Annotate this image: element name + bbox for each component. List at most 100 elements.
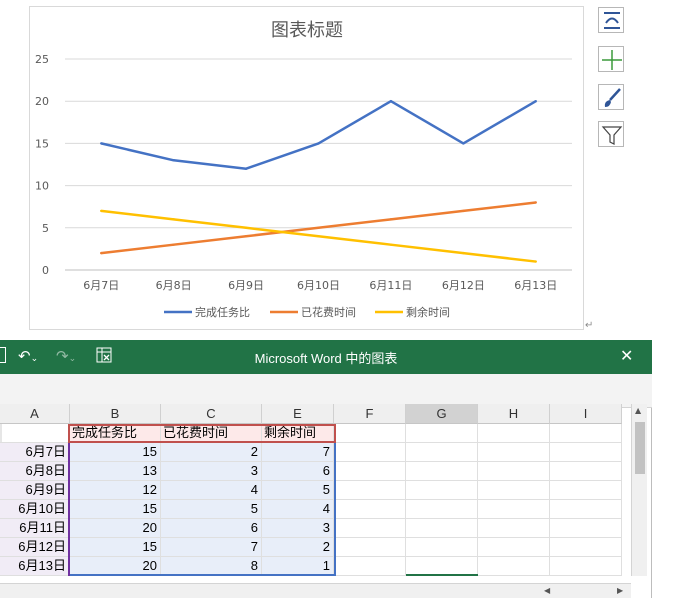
value-cell[interactable]: 2 — [161, 443, 262, 462]
x-tick-label: 6月12日 — [442, 279, 485, 292]
data-point — [172, 243, 175, 246]
category-cell[interactable]: 6月7日 — [0, 443, 70, 462]
value-cell[interactable]: 3 — [161, 462, 262, 481]
value-cell[interactable]: 15 — [70, 538, 161, 557]
x-tick-label: 6月10日 — [297, 279, 340, 292]
empty-cell[interactable] — [334, 443, 406, 462]
scroll-thumb[interactable] — [635, 422, 645, 474]
value-cell[interactable]: 4 — [262, 500, 334, 519]
value-cell[interactable]: 5 — [262, 481, 334, 500]
empty-cell[interactable] — [334, 519, 406, 538]
column-header-f[interactable]: F — [334, 404, 406, 424]
column-header-b[interactable]: B — [70, 404, 161, 424]
empty-cell[interactable] — [406, 519, 478, 538]
empty-cell[interactable] — [406, 462, 478, 481]
empty-cell[interactable] — [334, 481, 406, 500]
data-point — [462, 251, 465, 255]
chart-styles-icon — [604, 88, 621, 107]
excel-titlebar: ↶⌄ ↷⌄ Microsoft Word 中的图表 ✕ — [0, 340, 652, 374]
empty-cell[interactable] — [550, 538, 622, 557]
empty-cell[interactable] — [334, 462, 406, 481]
empty-cell[interactable] — [478, 481, 550, 500]
cell-a1[interactable] — [0, 424, 70, 443]
empty-cell[interactable] — [478, 519, 550, 538]
value-cell[interactable]: 6 — [262, 462, 334, 481]
chart-area[interactable]: 图表标题 0 5 10 15 20 25 6月7日 6月8日 6月9日 6月10日 6月11日 6月12… — [29, 6, 584, 330]
series-header-cell[interactable]: 已花费时间 — [161, 424, 262, 443]
value-cell[interactable]: 2 — [262, 538, 334, 557]
close-icon[interactable]: ✕ — [620, 347, 633, 365]
vertical-scrollbar[interactable]: ▲ — [631, 404, 647, 576]
empty-cell[interactable] — [550, 424, 622, 443]
column-header-g[interactable]: G — [406, 404, 478, 424]
value-cell[interactable]: 3 — [262, 519, 334, 538]
data-point — [244, 226, 248, 229]
empty-cell[interactable] — [406, 538, 478, 557]
column-header-i[interactable]: I — [550, 404, 622, 424]
empty-cell[interactable] — [550, 481, 622, 500]
empty-cell[interactable] — [478, 443, 550, 462]
chart-title: 图表标题 — [271, 20, 343, 41]
scroll-right-icon[interactable]: ▶ — [617, 584, 623, 598]
series-header-cell[interactable]: 完成任务比 — [70, 424, 161, 443]
empty-cell[interactable] — [334, 557, 406, 576]
column-header-e[interactable]: E — [262, 404, 334, 424]
horizontal-scrollbar[interactable]: ◀ ▶ — [0, 583, 631, 598]
series-header-cell[interactable]: 剩余时间 — [262, 424, 334, 443]
value-cell[interactable]: 8 — [161, 557, 262, 576]
data-point — [244, 167, 248, 170]
category-cell[interactable]: 6月11日 — [0, 519, 70, 538]
empty-cell[interactable] — [334, 500, 406, 519]
chart-filters-button[interactable] — [598, 121, 624, 147]
x-tick-label: 6月13日 — [514, 279, 557, 292]
data-point — [100, 142, 103, 145]
empty-cell[interactable] — [406, 424, 478, 443]
chart-filters-icon — [601, 126, 623, 145]
empty-cell[interactable] — [406, 500, 478, 519]
empty-cell[interactable] — [334, 424, 406, 443]
value-cell[interactable]: 6 — [161, 519, 262, 538]
data-point — [534, 260, 537, 263]
empty-cell[interactable] — [550, 557, 622, 576]
data-point — [317, 235, 320, 238]
category-cell[interactable]: 6月9日 — [0, 481, 70, 500]
value-cell[interactable]: 15 — [70, 500, 161, 519]
empty-cell[interactable] — [406, 481, 478, 500]
empty-cell[interactable] — [478, 424, 550, 443]
empty-cell[interactable] — [478, 462, 550, 481]
scroll-left-icon[interactable]: ◀ — [544, 584, 556, 598]
value-cell[interactable]: 20 — [70, 519, 161, 538]
value-cell[interactable]: 4 — [161, 481, 262, 500]
empty-cell[interactable] — [550, 500, 622, 519]
column-header-a[interactable]: A — [0, 404, 70, 424]
value-cell[interactable]: 5 — [161, 500, 262, 519]
value-cell[interactable]: 1 — [262, 557, 334, 576]
category-cell[interactable]: 6月8日 — [0, 462, 70, 481]
empty-cell[interactable] — [478, 538, 550, 557]
empty-cell[interactable] — [478, 500, 550, 519]
column-header-h[interactable]: H — [478, 404, 550, 424]
category-cell[interactable]: 6月13日 — [0, 557, 70, 576]
empty-cell[interactable] — [550, 443, 622, 462]
layout-options-button[interactable] — [598, 7, 624, 33]
chart-elements-button[interactable] — [598, 46, 624, 72]
empty-cell[interactable] — [550, 519, 622, 538]
value-cell[interactable]: 20 — [70, 557, 161, 576]
line-chart: 图表标题 0 5 10 15 20 25 6月7日 6月8日 6月9日 6月10日 6月11日 6月12… — [35, 20, 572, 319]
empty-cell[interactable] — [550, 462, 622, 481]
category-cell[interactable]: 6月12日 — [0, 538, 70, 557]
page: 图表标题 0 5 10 15 20 25 6月7日 6月8日 6月9日 6月10日 6月11日 6月12… — [0, 0, 674, 598]
empty-cell[interactable] — [406, 443, 478, 462]
data-point — [317, 226, 320, 229]
value-cell[interactable]: 15 — [70, 443, 161, 462]
scroll-up-icon[interactable]: ▲ — [635, 406, 641, 415]
chart-styles-button[interactable] — [598, 84, 624, 110]
value-cell[interactable]: 12 — [70, 481, 161, 500]
column-header-c[interactable]: C — [161, 404, 262, 424]
value-cell[interactable]: 13 — [70, 462, 161, 481]
empty-cell[interactable] — [478, 557, 550, 576]
value-cell[interactable]: 7 — [262, 443, 334, 462]
empty-cell[interactable] — [334, 538, 406, 557]
value-cell[interactable]: 7 — [161, 538, 262, 557]
category-cell[interactable]: 6月10日 — [0, 500, 70, 519]
